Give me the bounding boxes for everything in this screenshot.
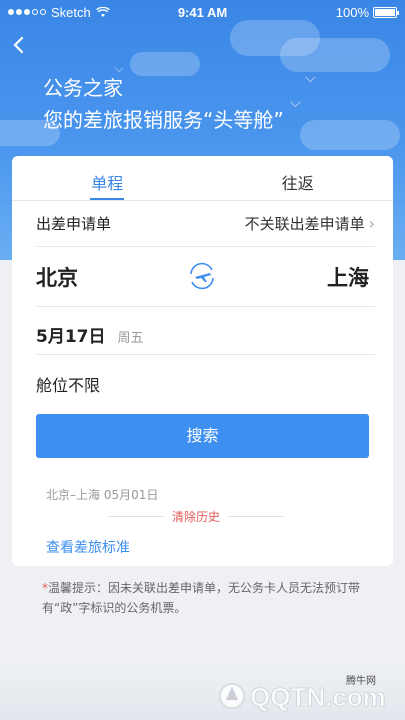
- view-travel-standard-link[interactable]: 查看差旅标准: [46, 537, 130, 557]
- bird-icon: ⌵: [290, 95, 301, 111]
- departure-date: 5月17日: [36, 327, 106, 347]
- cabin-class-selector[interactable]: 舱位不限: [36, 372, 100, 396]
- date-row[interactable]: 5月17日 周五: [36, 322, 144, 347]
- tab-one-way[interactable]: 单程: [12, 156, 203, 200]
- divider: [12, 200, 393, 201]
- departure-city[interactable]: 北京: [36, 262, 78, 292]
- travel-application-label: 出差申请单: [36, 214, 112, 233]
- tab-round-trip[interactable]: 往返: [203, 156, 394, 200]
- airplane-swap-icon: [190, 262, 214, 290]
- travel-application-value: 不关联出差申请单: [244, 214, 365, 233]
- divider: [36, 246, 375, 247]
- watermark-logo: QQTN.com 腾牛网: [219, 674, 386, 712]
- search-button[interactable]: 搜索: [36, 414, 369, 458]
- arrival-city[interactable]: 上海: [327, 262, 369, 292]
- divider: [36, 354, 375, 355]
- clear-history-button[interactable]: 清除历史: [172, 508, 220, 525]
- battery-icon: [373, 6, 399, 18]
- cloud-decoration: [280, 38, 390, 72]
- status-bar: Sketch 9:41 AM 100%: [0, 0, 405, 24]
- history-item[interactable]: 北京–上海 05月01日: [46, 486, 158, 503]
- departure-weekday: 周五: [117, 331, 144, 346]
- chevron-right-icon: ›: [368, 213, 375, 233]
- booking-card: 单程 往返 出差申请单 不关联出差申请单 › 北京 上海 5月17日 周五 舱位…: [12, 156, 393, 566]
- page-title: 公务之家: [43, 76, 123, 100]
- clear-history-row: 清除历史: [108, 508, 285, 525]
- cloud-decoration: [130, 52, 200, 76]
- cloud-decoration: [300, 120, 400, 150]
- travel-application-row[interactable]: 出差申请单 不关联出差申请单 ›: [36, 212, 375, 234]
- divider: [108, 515, 164, 517]
- tip-body: 温馨提示：因未关联出差申请单，无公务卡人员无法预订带有“政”字标识的公务机票。: [42, 581, 361, 615]
- swap-cities-button[interactable]: [186, 260, 218, 292]
- trip-type-tabs: 单程 往返: [12, 156, 393, 200]
- divider: [228, 515, 285, 517]
- bird-icon: ⌵: [305, 70, 316, 86]
- tip-text: *温馨提示：因未关联出差申请单，无公务卡人员无法预订带有“政”字标识的公务机票。: [42, 578, 382, 618]
- chevron-left-icon: [13, 36, 24, 54]
- svg-text:腾牛网: 腾牛网: [346, 674, 376, 687]
- status-time: 9:41 AM: [177, 4, 228, 20]
- page-subtitle: 您的差旅报销服务“头等舱”: [43, 108, 284, 132]
- back-button[interactable]: [12, 36, 32, 56]
- divider: [36, 306, 375, 307]
